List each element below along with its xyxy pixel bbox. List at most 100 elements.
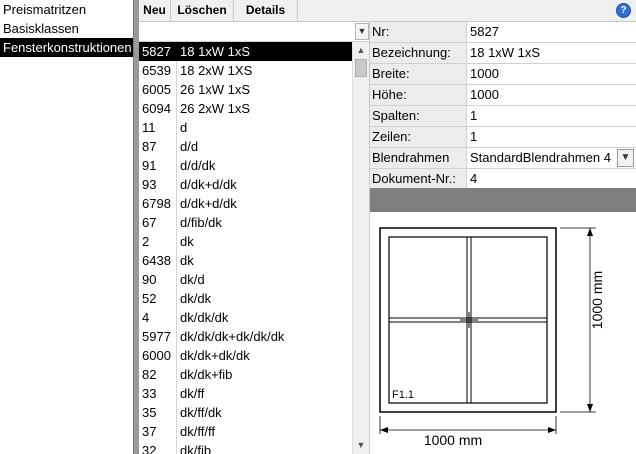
nav-item-preismatritzen[interactable]: Preismatritzen: [0, 0, 133, 19]
row-bezeichnung: dk: [180, 253, 194, 268]
prop-spalten-value[interactable]: 1: [468, 106, 636, 126]
row-bezeichnung: dk/dk+dk/dk: [180, 348, 250, 363]
list-row[interactable]: 2 dk: [139, 232, 353, 251]
row-nr: 11: [142, 120, 156, 135]
row-bezeichnung: dk: [180, 234, 194, 249]
scroll-thumb[interactable]: [355, 59, 367, 77]
row-bezeichnung: 18 1xW 1xS: [180, 44, 251, 59]
prop-nr-value[interactable]: 5827: [468, 22, 636, 42]
list-row[interactable]: 35 dk/ff/dk: [139, 403, 353, 422]
row-bezeichnung: dk/dk/dk: [180, 310, 229, 325]
row-bezeichnung: d: [180, 120, 188, 135]
list-row[interactable]: 32 dk/fib: [139, 441, 353, 454]
row-bezeichnung: dk/dk+fib: [180, 367, 233, 382]
list-row[interactable]: 90 dk/d: [139, 270, 353, 289]
list-row[interactable]: 6438 dk: [139, 251, 353, 270]
prop-spalten-label: Spalten:: [370, 106, 467, 126]
prop-bezeichnung-value[interactable]: 18 1xW 1xS: [468, 43, 636, 63]
list-row[interactable]: 6094 26 2xW 1xS: [139, 99, 353, 118]
row-nr: 90: [142, 272, 157, 287]
prop-nr-label: Nr:: [370, 22, 467, 42]
chevron-down-icon[interactable]: ▼: [355, 23, 369, 40]
list-row[interactable]: 6539 18 2xW 1XS: [139, 61, 353, 80]
prop-dokument-value[interactable]: 4: [468, 169, 636, 189]
row-nr: 6000: [142, 348, 171, 363]
list-row[interactable]: 37 dk/ff/ff: [139, 422, 353, 441]
properties-panel: Nr: 5827 Bezeichnung: 18 1xW 1xS Breite:…: [370, 22, 636, 190]
list-body: 5827 18 1xW 1xS 6539 18 2xW 1XS 6005 26 1xW 1…: [139, 42, 353, 454]
list-row[interactable]: 4 dk/dk/dk: [139, 308, 353, 327]
prop-nr: Nr: 5827: [370, 22, 636, 43]
row-nr: 33: [142, 386, 157, 401]
nav-item-fensterkonstruktionen[interactable]: Fensterkonstruktionen: [0, 38, 133, 57]
window-drawing: F1.1 1000 mm 1000 mm: [370, 212, 636, 454]
toolbar: Neu Löschen Details ?: [139, 0, 636, 22]
window-drawing-svg: F1.1 1000 mm 1000 mm: [379, 227, 605, 448]
row-bezeichnung: dk/fib: [180, 443, 212, 454]
list-row[interactable]: 5827 18 1xW 1xS: [139, 42, 353, 61]
list-row[interactable]: 6005 26 1xW 1xS: [139, 80, 353, 99]
prop-zeilen: Zeilen: 1: [370, 127, 636, 148]
prop-breite-value[interactable]: 1000: [468, 64, 636, 84]
row-nr: 87: [142, 139, 157, 154]
list-row[interactable]: 82 dk/dk+fib: [139, 365, 353, 384]
prop-breite-label: Breite:: [370, 64, 467, 84]
list-filter-field[interactable]: ▼: [139, 22, 369, 42]
list-row[interactable]: 6000 dk/dk+dk/dk: [139, 346, 353, 365]
scroll-up-icon[interactable]: ▲: [353, 42, 369, 59]
row-nr: 91: [142, 158, 157, 173]
row-nr: 32: [142, 443, 157, 454]
scroll-down-icon[interactable]: ▼: [353, 437, 369, 454]
list-row[interactable]: 87 d/d: [139, 137, 353, 156]
row-nr: 5827: [142, 44, 171, 59]
height-dim-arrow: [587, 228, 593, 236]
row-bezeichnung: dk/dk: [180, 291, 212, 306]
details-button[interactable]: Details: [234, 0, 298, 22]
list-row[interactable]: 52 dk/dk: [139, 289, 353, 308]
row-nr: 67: [142, 215, 157, 230]
list-row[interactable]: 5977 dk/dk/dk+dk/dk/dk: [139, 327, 353, 346]
row-bezeichnung: dk/ff: [180, 386, 205, 401]
help-icon[interactable]: ?: [616, 3, 631, 18]
chevron-down-icon[interactable]: ▼: [617, 149, 634, 167]
list-row[interactable]: 33 dk/ff: [139, 384, 353, 403]
row-bezeichnung: d/d/dk: [180, 158, 216, 173]
row-bezeichnung: d/d: [180, 139, 199, 154]
width-dim-arrow: [548, 427, 556, 433]
prop-dokument: Dokument-Nr.: 4: [370, 169, 636, 190]
new-button[interactable]: Neu: [139, 0, 171, 22]
row-nr: 2: [142, 234, 150, 249]
nav-item-basisklassen[interactable]: Basisklassen: [0, 19, 133, 38]
list-row[interactable]: 91 d/d/dk: [139, 156, 353, 175]
list-scrollbar[interactable]: ▲ ▼: [352, 42, 369, 454]
prop-zeilen-value[interactable]: 1: [468, 127, 636, 147]
height-dim-arrow: [587, 404, 593, 412]
row-nr: 82: [142, 367, 157, 382]
blendrahmen-select[interactable]: StandardBlendrahmen 4: [468, 148, 618, 168]
position-label: F1.1: [392, 389, 414, 401]
prop-bezeichnung: Bezeichnung: 18 1xW 1xS: [370, 43, 636, 64]
row-nr: 6539: [142, 63, 171, 78]
row-bezeichnung: 26 2xW 1xS: [180, 101, 251, 116]
prop-spalten: Spalten: 1: [370, 106, 636, 127]
row-bezeichnung: d/dk+d/dk: [180, 196, 237, 211]
row-bezeichnung: 26 1xW 1xS: [180, 82, 251, 97]
row-nr: 6094: [142, 101, 171, 116]
row-bezeichnung: 18 2xW 1XS: [180, 63, 253, 78]
prop-hoehe-label: Höhe:: [370, 85, 467, 105]
list-row[interactable]: 93 d/dk+d/dk: [139, 175, 353, 194]
prop-hoehe-value[interactable]: 1000: [468, 85, 636, 105]
row-nr: 52: [142, 291, 157, 306]
drawing-header-bar: [370, 188, 636, 212]
row-bezeichnung: dk/dk/dk+dk/dk/dk: [180, 329, 285, 344]
width-dimension-label: 1000 mm: [424, 432, 482, 448]
delete-button[interactable]: Löschen: [171, 0, 234, 22]
row-nr: 93: [142, 177, 157, 192]
row-bezeichnung: dk/ff/ff: [180, 424, 215, 439]
height-dimension-label: 1000 mm: [589, 271, 605, 329]
list-row[interactable]: 6798 d/dk+d/dk: [139, 194, 353, 213]
row-bezeichnung: dk/d: [180, 272, 205, 287]
sidebar-nav: Preismatritzen Basisklassen Fensterkonst…: [0, 0, 133, 454]
list-row[interactable]: 11 d: [139, 118, 353, 137]
list-row[interactable]: 67 d/fib/dk: [139, 213, 353, 232]
